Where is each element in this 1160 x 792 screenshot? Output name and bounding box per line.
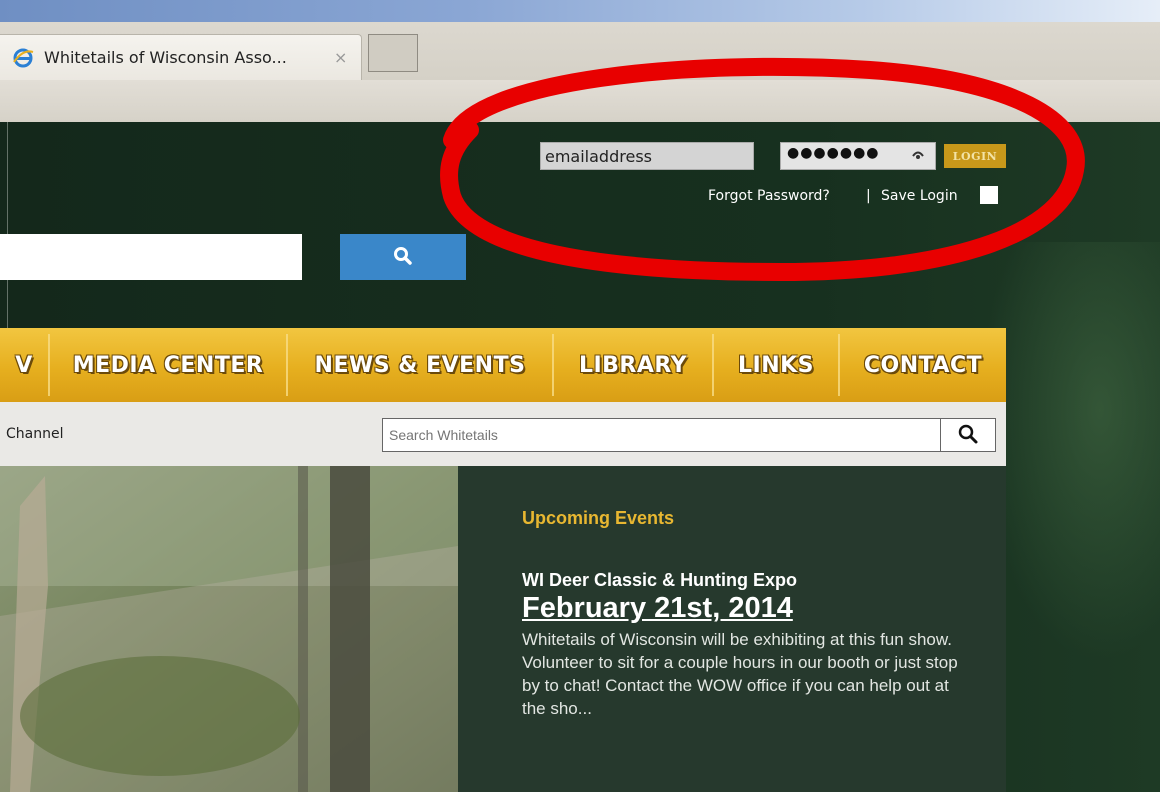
featured-photo (0, 466, 458, 792)
upcoming-events-panel: Upcoming Events WI Deer Classic & Huntin… (458, 466, 1006, 792)
main-nav: V MEDIA CENTER NEWS & EVENTS LIBRARY LIN… (0, 328, 1006, 402)
link-separator: | (866, 188, 871, 204)
new-tab-button[interactable] (368, 34, 418, 72)
web-page: ●●●●●●● LOGIN Forgot Password? | Save Lo… (0, 122, 1160, 792)
header-search-input[interactable] (0, 234, 302, 280)
channel-link[interactable]: Channel (6, 426, 63, 442)
search-icon (394, 246, 412, 265)
tab-close-icon[interactable]: × (334, 48, 347, 67)
ie-icon (13, 48, 34, 68)
email-field[interactable] (540, 142, 754, 170)
login-button[interactable]: LOGIN (944, 144, 1006, 168)
tab-title: Whitetails of Wisconsin Asso... (44, 48, 287, 67)
save-login-label: Save Login (881, 188, 958, 204)
eye-icon[interactable] (910, 148, 926, 162)
event-date-link[interactable]: February 21st, 2014 (522, 592, 793, 625)
window-titlebar (0, 0, 1160, 22)
search-icon (958, 424, 978, 443)
event-title[interactable]: WI Deer Classic & Hunting Expo (522, 570, 797, 591)
events-heading: Upcoming Events (522, 508, 675, 528)
nav-item-links[interactable]: LINKS (714, 328, 838, 402)
tab-strip: Whitetails of Wisconsin Asso... × (0, 22, 1160, 80)
browser-tab[interactable]: Whitetails of Wisconsin Asso... × (0, 34, 362, 80)
fern-background (980, 242, 1160, 662)
nav-item-contact[interactable]: CONTACT (840, 328, 1006, 402)
command-bar (0, 80, 1160, 123)
header-search-button[interactable] (340, 234, 466, 280)
nav-item-partial[interactable]: V (0, 328, 48, 402)
forgot-password-link[interactable]: Forgot Password? (708, 188, 830, 204)
event-description: Whitetails of Wisconsin will be exhibiti… (522, 630, 958, 718)
nav-item-library[interactable]: LIBRARY (554, 328, 712, 402)
save-login-checkbox[interactable] (980, 186, 998, 204)
site-search-input[interactable] (382, 418, 942, 452)
nav-item-news-events[interactable]: NEWS & EVENTS (288, 328, 552, 402)
nav-item-media-center[interactable]: MEDIA CENTER (50, 328, 286, 402)
site-search-button[interactable] (940, 418, 996, 452)
sub-bar: Channel (0, 402, 1006, 466)
